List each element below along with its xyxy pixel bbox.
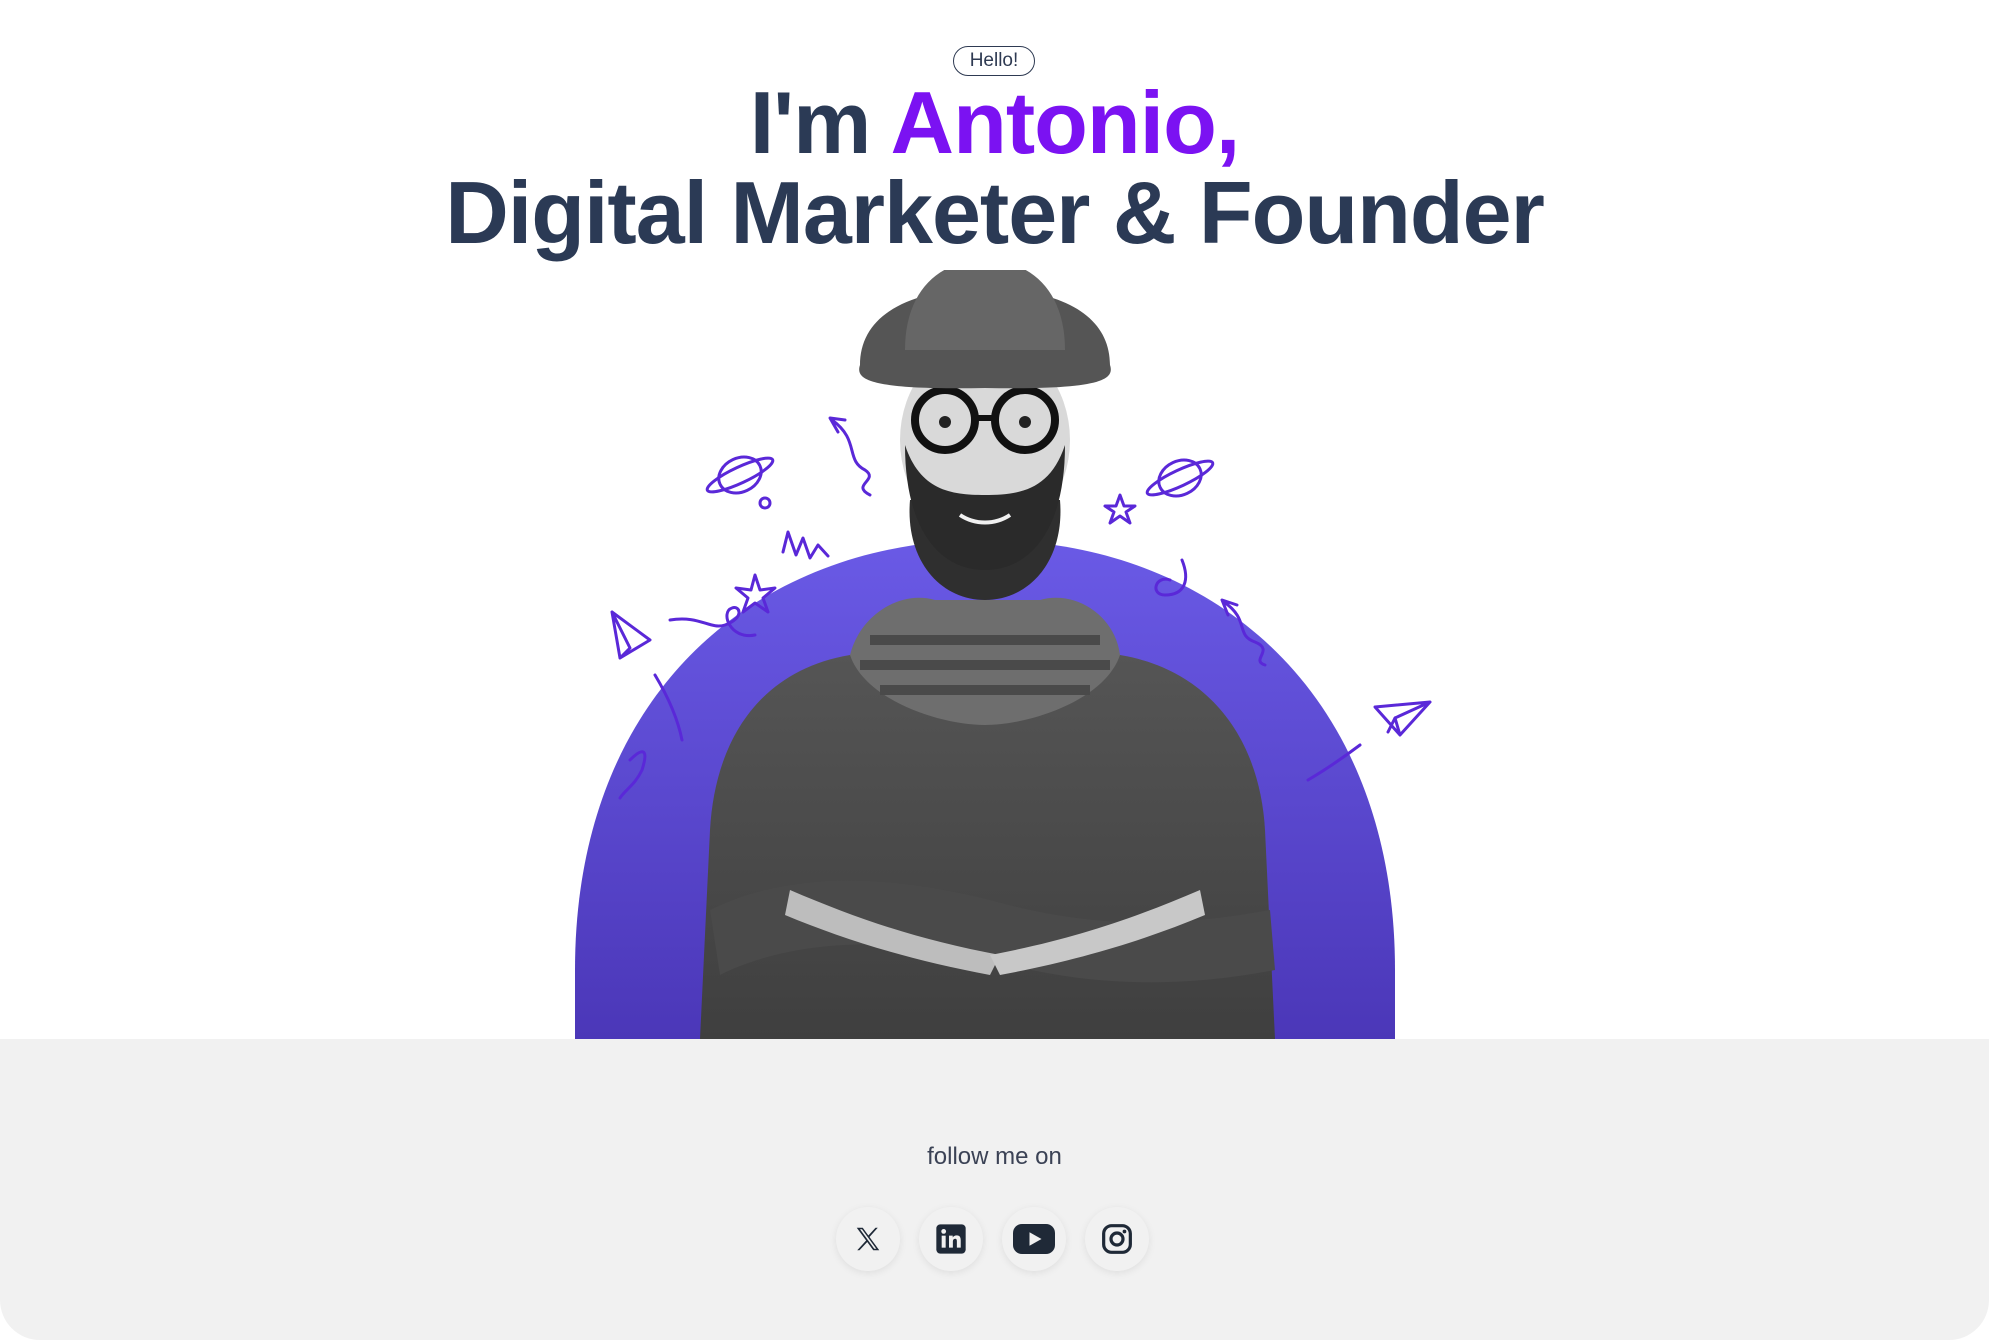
headline: I'm Antonio, Digital Marketer & Founder xyxy=(0,78,1989,258)
youtube-icon xyxy=(1013,1224,1055,1254)
headline-line-2: Digital Marketer & Founder xyxy=(445,163,1545,262)
headline-line-1: I'm Antonio, xyxy=(0,78,1989,168)
headline-name: Antonio, xyxy=(890,73,1241,172)
social-links xyxy=(836,1207,1156,1271)
follow-label: follow me on xyxy=(927,1143,1062,1170)
instagram-icon xyxy=(1102,1224,1132,1254)
page: Hello! I'm Antonio, Digital Marketer & F… xyxy=(0,0,1989,1344)
hero-section: Hello! I'm Antonio, Digital Marketer & F… xyxy=(0,0,1989,1039)
headline-prefix: I'm xyxy=(749,73,891,172)
portrait-illustration xyxy=(575,270,1432,1039)
x-link[interactable] xyxy=(836,1207,900,1271)
linkedin-icon xyxy=(936,1224,966,1254)
greeting-badge: Hello! xyxy=(953,46,1035,76)
follow-section: follow me on xyxy=(0,1039,1989,1340)
instagram-link[interactable] xyxy=(1085,1207,1149,1271)
x-icon xyxy=(856,1227,880,1251)
youtube-link[interactable] xyxy=(1002,1207,1066,1271)
linkedin-link[interactable] xyxy=(919,1207,983,1271)
